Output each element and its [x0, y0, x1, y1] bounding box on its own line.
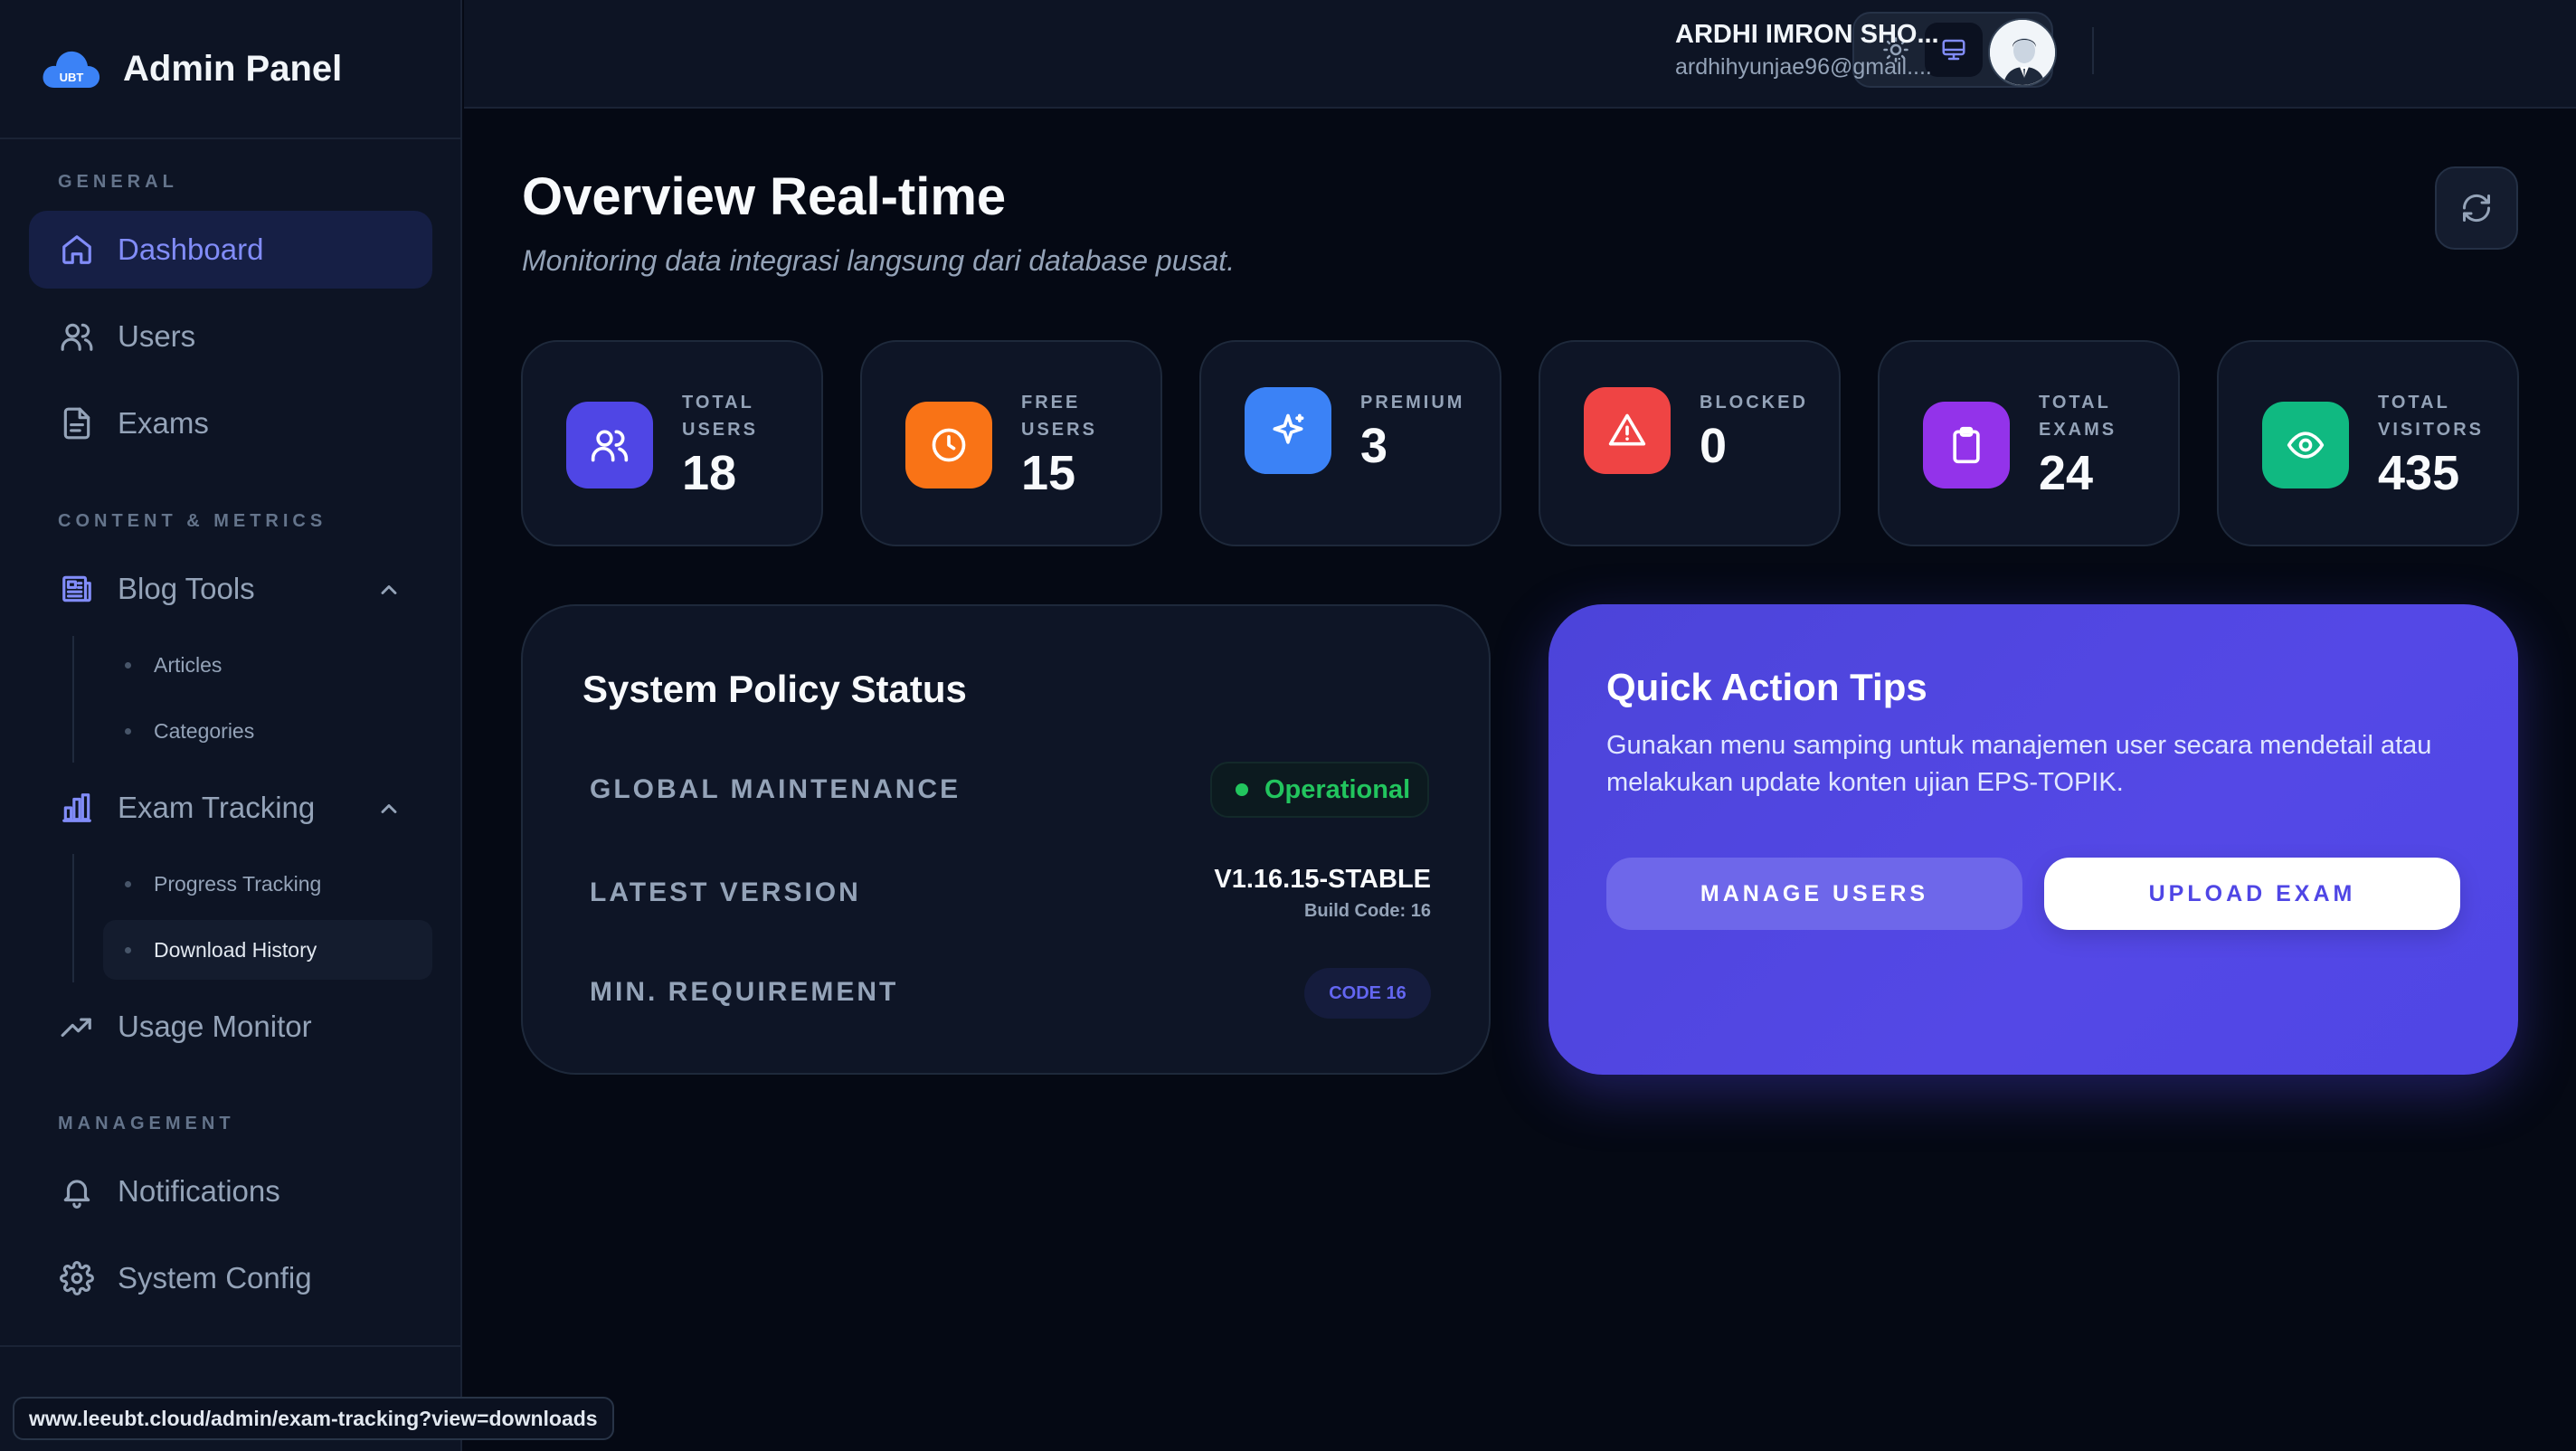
sidebar-item-label: Exam Tracking — [118, 791, 316, 824]
users-icon — [566, 402, 653, 488]
sidebar-item-system-config[interactable]: System Config — [29, 1239, 432, 1317]
stat-value: 435 — [2378, 446, 2460, 500]
sidebar-subitem-articles[interactable]: Articles — [103, 635, 432, 695]
chevron-up-icon — [381, 585, 397, 594]
upload-exam-button[interactable]: UPLOAD EXAM — [2044, 858, 2460, 930]
stat-label: TOTAL USERS — [682, 393, 758, 440]
policy-key-min-requirement: MIN. REQUIREMENT — [590, 977, 899, 1007]
quick-action-tips-card: Quick Action Tips Gunakan menu samping u… — [1548, 604, 2518, 1075]
min-requirement-badge: CODE 16 — [1304, 968, 1431, 1019]
user-email: ardhihyunjae96@gmail.... — [1675, 54, 1932, 80]
refresh-button[interactable] — [2435, 166, 2518, 250]
sidebar-item-label: Dashboard — [118, 232, 264, 266]
sidebar-item-exams[interactable]: Exams — [29, 384, 432, 462]
sidebar-subitem-label: Articles — [154, 652, 223, 677]
stat-label: FREE USERS — [1021, 393, 1097, 440]
policy-title: System Policy Status — [582, 668, 967, 710]
section-label-content-metrics: CONTENT & METRICS — [58, 511, 327, 531]
brand-title: Admin Panel — [123, 48, 343, 89]
version-value: V1.16.15-STABLE — [1214, 865, 1431, 894]
stat-label: PREMIUM — [1360, 393, 1465, 413]
sidebar-item-label: Usage Monitor — [118, 1010, 312, 1043]
status-dot — [1236, 783, 1248, 796]
stat-card-total-users: TOTAL USERS 18 — [521, 340, 823, 546]
sidebar-item-dashboard[interactable]: Dashboard — [29, 211, 432, 289]
clock-icon — [905, 402, 992, 488]
users-icon — [60, 319, 94, 354]
link-preview-url: www.leeubt.cloud/admin/exam-tracking?vie… — [13, 1397, 614, 1440]
sidebar-item-label: Users — [118, 319, 196, 353]
logo-text: UBT — [60, 71, 84, 84]
sidebar-divider — [0, 1345, 462, 1347]
stat-card-free-users: FREE USERS 15 — [860, 340, 1162, 546]
stat-value: 15 — [1021, 446, 1076, 500]
cloud-logo-icon: UBT — [40, 44, 103, 93]
sidebar-subitem-label: Download History — [154, 937, 317, 962]
status-text: Operational — [1264, 774, 1411, 804]
tips-title: Quick Action Tips — [1606, 666, 1927, 708]
stat-label: TOTAL EXAMS — [2039, 393, 2117, 440]
gear-icon — [60, 1261, 94, 1295]
warning-icon — [1584, 387, 1671, 474]
sidebar-item-label: Notifications — [118, 1174, 280, 1208]
newspaper-icon — [60, 572, 94, 606]
document-icon — [60, 406, 94, 441]
sidebar: UBT Admin Panel GENERAL Dashboard Users … — [0, 0, 462, 1451]
header-divider — [2092, 27, 2094, 74]
stat-label: TOTAL VISITORS — [2378, 393, 2484, 440]
submenu-guide-line — [72, 854, 74, 982]
brand[interactable]: UBT Admin Panel — [0, 0, 460, 139]
sidebar-item-blog-tools[interactable]: Blog Tools — [29, 550, 432, 628]
submenu-guide-line — [72, 636, 74, 763]
section-label-general: GENERAL — [58, 172, 178, 192]
manage-users-button[interactable]: MANAGE USERS — [1606, 858, 2022, 930]
sidebar-subitem-label: Categories — [154, 718, 255, 743]
monitor-icon — [1942, 39, 1965, 61]
sidebar-subitem-download-history[interactable]: Download History — [103, 920, 432, 980]
top-header: ARDHI IMRON SHO... ardhihyunjae96@gmail.… — [464, 0, 2576, 109]
chevron-up-icon — [381, 804, 397, 813]
sidebar-subitem-progress-tracking[interactable]: Progress Tracking — [103, 854, 432, 914]
status-badge: Operational — [1210, 762, 1429, 818]
system-policy-card: System Policy Status GLOBAL MAINTENANCE … — [521, 604, 1491, 1075]
trending-up-icon — [60, 1010, 94, 1044]
sidebar-item-users[interactable]: Users — [29, 298, 432, 375]
sidebar-item-exam-tracking[interactable]: Exam Tracking — [29, 769, 432, 847]
page-title: Overview Real-time — [522, 167, 1007, 226]
stat-value: 24 — [2039, 446, 2094, 500]
section-label-management: MANAGEMENT — [58, 1114, 235, 1133]
bell-icon — [60, 1174, 94, 1209]
stat-card-blocked: BLOCKED 0 — [1539, 340, 1841, 546]
sidebar-item-label: System Config — [118, 1261, 312, 1295]
stat-value: 18 — [682, 446, 737, 500]
stat-card-total-exams: TOTAL EXAMS 24 — [1878, 340, 2180, 546]
user-name[interactable]: ARDHI IMRON SHO... — [1675, 20, 1939, 50]
stat-card-total-visitors: TOTAL VISITORS 435 — [2217, 340, 2519, 546]
home-icon — [60, 232, 94, 267]
clipboard-icon — [1923, 402, 2010, 488]
stat-card-premium: PREMIUM 3 — [1199, 340, 1501, 546]
sidebar-item-usage-monitor[interactable]: Usage Monitor — [29, 988, 432, 1066]
sparkle-icon — [1245, 387, 1331, 474]
sidebar-subitem-label: Progress Tracking — [154, 871, 322, 896]
build-code: Build Code: 16 — [1303, 901, 1431, 921]
bar-chart-icon — [60, 791, 94, 825]
policy-key-maintenance: GLOBAL MAINTENANCE — [590, 774, 961, 804]
stat-value: 3 — [1360, 419, 1388, 473]
stat-label: BLOCKED — [1700, 393, 1808, 413]
sidebar-item-label: Exams — [118, 406, 209, 440]
page-subtitle: Monitoring data integrasi langsung dari … — [522, 244, 1236, 277]
policy-key-version: LATEST VERSION — [590, 877, 861, 907]
tips-text: Gunakan menu samping untuk manajemen use… — [1606, 731, 2432, 797]
avatar[interactable] — [1988, 18, 2057, 87]
sidebar-subitem-categories[interactable]: Categories — [103, 701, 432, 761]
sidebar-item-label: Blog Tools — [118, 572, 255, 605]
eye-icon — [2262, 402, 2349, 488]
refresh-icon — [2462, 194, 2491, 223]
stat-value: 0 — [1700, 419, 1728, 473]
sidebar-item-notifications[interactable]: Notifications — [29, 1152, 432, 1230]
